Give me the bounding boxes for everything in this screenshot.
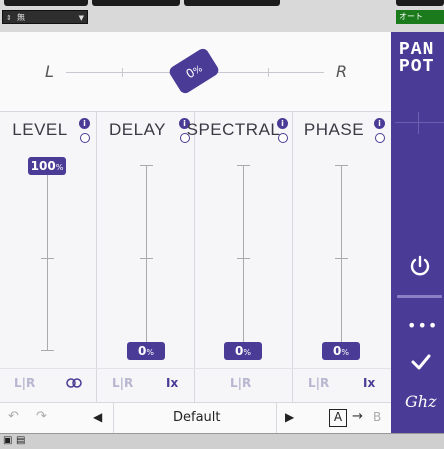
fader-tick bbox=[335, 165, 348, 166]
pan-control[interactable]: L R 0% bbox=[0, 32, 391, 112]
delay-column: DELAY i 0% bbox=[97, 112, 195, 402]
preset-select[interactable]: ⇕ 無 ▼ bbox=[2, 10, 88, 24]
crosshair-line bbox=[395, 122, 444, 123]
pan-tick bbox=[268, 68, 269, 77]
delay-ix-button[interactable]: Ix bbox=[166, 376, 178, 390]
fader-tick bbox=[140, 258, 153, 259]
divider bbox=[276, 403, 277, 434]
delay-unit: % bbox=[146, 348, 154, 357]
delay-fader-handle[interactable]: 0% bbox=[127, 342, 165, 360]
preset-toolbar: ↶ ↷ ◀ Default ▶ A → B bbox=[0, 402, 391, 434]
sidebar: PAN POT ••• Ghz bbox=[391, 32, 444, 433]
phase-lr-button[interactable]: L|R bbox=[308, 376, 329, 390]
product-logo: PAN POT bbox=[399, 41, 435, 77]
pan-right-label: R bbox=[336, 62, 348, 81]
phase-ix-button[interactable]: Ix bbox=[363, 376, 375, 390]
camera-icon[interactable]: ▣ bbox=[3, 435, 12, 446]
link-rings-icon[interactable] bbox=[65, 378, 83, 388]
host-tab[interactable] bbox=[396, 0, 444, 6]
fader-tick bbox=[237, 258, 250, 259]
host-tab[interactable] bbox=[184, 0, 280, 6]
preset-name[interactable]: Default bbox=[173, 410, 221, 425]
pan-tick bbox=[122, 68, 123, 77]
updown-arrow-icon: ⇕ bbox=[6, 14, 12, 22]
chevron-down-icon: ▼ bbox=[78, 14, 84, 22]
fader-tick bbox=[140, 165, 153, 166]
ab-a-button[interactable]: A bbox=[329, 409, 347, 427]
delay-lr-button[interactable]: L|R bbox=[112, 376, 133, 390]
ab-b-button[interactable]: B bbox=[373, 410, 381, 424]
next-preset-button[interactable]: ▶ bbox=[285, 410, 294, 424]
fader-tick bbox=[237, 165, 250, 166]
main-panel: L R 0% LEVEL i 100% DELAY i 0% SPECTRAL … bbox=[0, 32, 391, 434]
level-value: 100 bbox=[30, 159, 56, 173]
fader-tick bbox=[41, 258, 54, 259]
ab-copy-arrow[interactable]: → bbox=[352, 409, 363, 424]
prev-preset-button[interactable]: ◀ bbox=[93, 410, 102, 424]
level-unit: % bbox=[55, 163, 64, 172]
host-status-bar: ▣ ▤ bbox=[0, 433, 444, 449]
redo-button[interactable]: ↷ bbox=[36, 409, 47, 424]
spectral-title: SPECTRAL bbox=[186, 120, 281, 139]
phase-column: PHASE i 0% bbox=[293, 112, 391, 402]
phase-toggle[interactable] bbox=[375, 133, 385, 143]
host-top-bar: ⇕ 無 ▼ オート bbox=[0, 0, 444, 32]
host-tab[interactable] bbox=[92, 0, 180, 6]
options-row: L|R L|R Ix L|R L|R Ix bbox=[0, 368, 391, 400]
sidebar-divider bbox=[397, 295, 442, 298]
phase-info-icon[interactable]: i bbox=[374, 118, 385, 129]
plugin-window: L R 0% LEVEL i 100% DELAY i 0% SPECTRAL … bbox=[0, 32, 444, 434]
divider bbox=[113, 403, 114, 434]
calendar-icon[interactable]: ▤ bbox=[16, 435, 25, 446]
phase-unit: % bbox=[341, 348, 349, 357]
level-column: LEVEL i 100% bbox=[0, 112, 97, 402]
spectral-column: SPECTRAL i 0% bbox=[187, 112, 293, 402]
more-options-button[interactable]: ••• bbox=[407, 316, 438, 335]
phase-fader-handle[interactable]: 0% bbox=[322, 342, 360, 360]
level-fader-handle[interactable]: 100% bbox=[28, 157, 66, 175]
automation-label: オート bbox=[399, 12, 423, 21]
spectral-lr-button[interactable]: L|R bbox=[230, 376, 251, 390]
automation-select[interactable]: オート bbox=[396, 10, 444, 24]
phase-title: PHASE bbox=[303, 120, 365, 139]
delay-title: DELAY bbox=[109, 120, 166, 139]
level-lr-button[interactable]: L|R bbox=[14, 376, 35, 390]
pan-left-label: L bbox=[45, 62, 54, 81]
brand-logo: Ghz bbox=[405, 392, 437, 411]
host-tab[interactable] bbox=[4, 0, 88, 6]
pan-knob[interactable]: 0% bbox=[167, 46, 221, 96]
preset-select-value: 無 bbox=[17, 13, 25, 22]
power-icon[interactable] bbox=[409, 255, 431, 277]
level-title: LEVEL bbox=[12, 120, 68, 139]
fader-tick bbox=[41, 350, 54, 351]
crosshair-line bbox=[418, 112, 419, 134]
spectral-fader-handle[interactable]: 0% bbox=[224, 342, 262, 360]
fader-tick bbox=[335, 258, 348, 259]
undo-button[interactable]: ↶ bbox=[8, 409, 19, 424]
logo-line-2: POT bbox=[399, 57, 435, 77]
spectral-unit: % bbox=[243, 348, 251, 357]
checkmark-icon[interactable] bbox=[411, 354, 431, 370]
